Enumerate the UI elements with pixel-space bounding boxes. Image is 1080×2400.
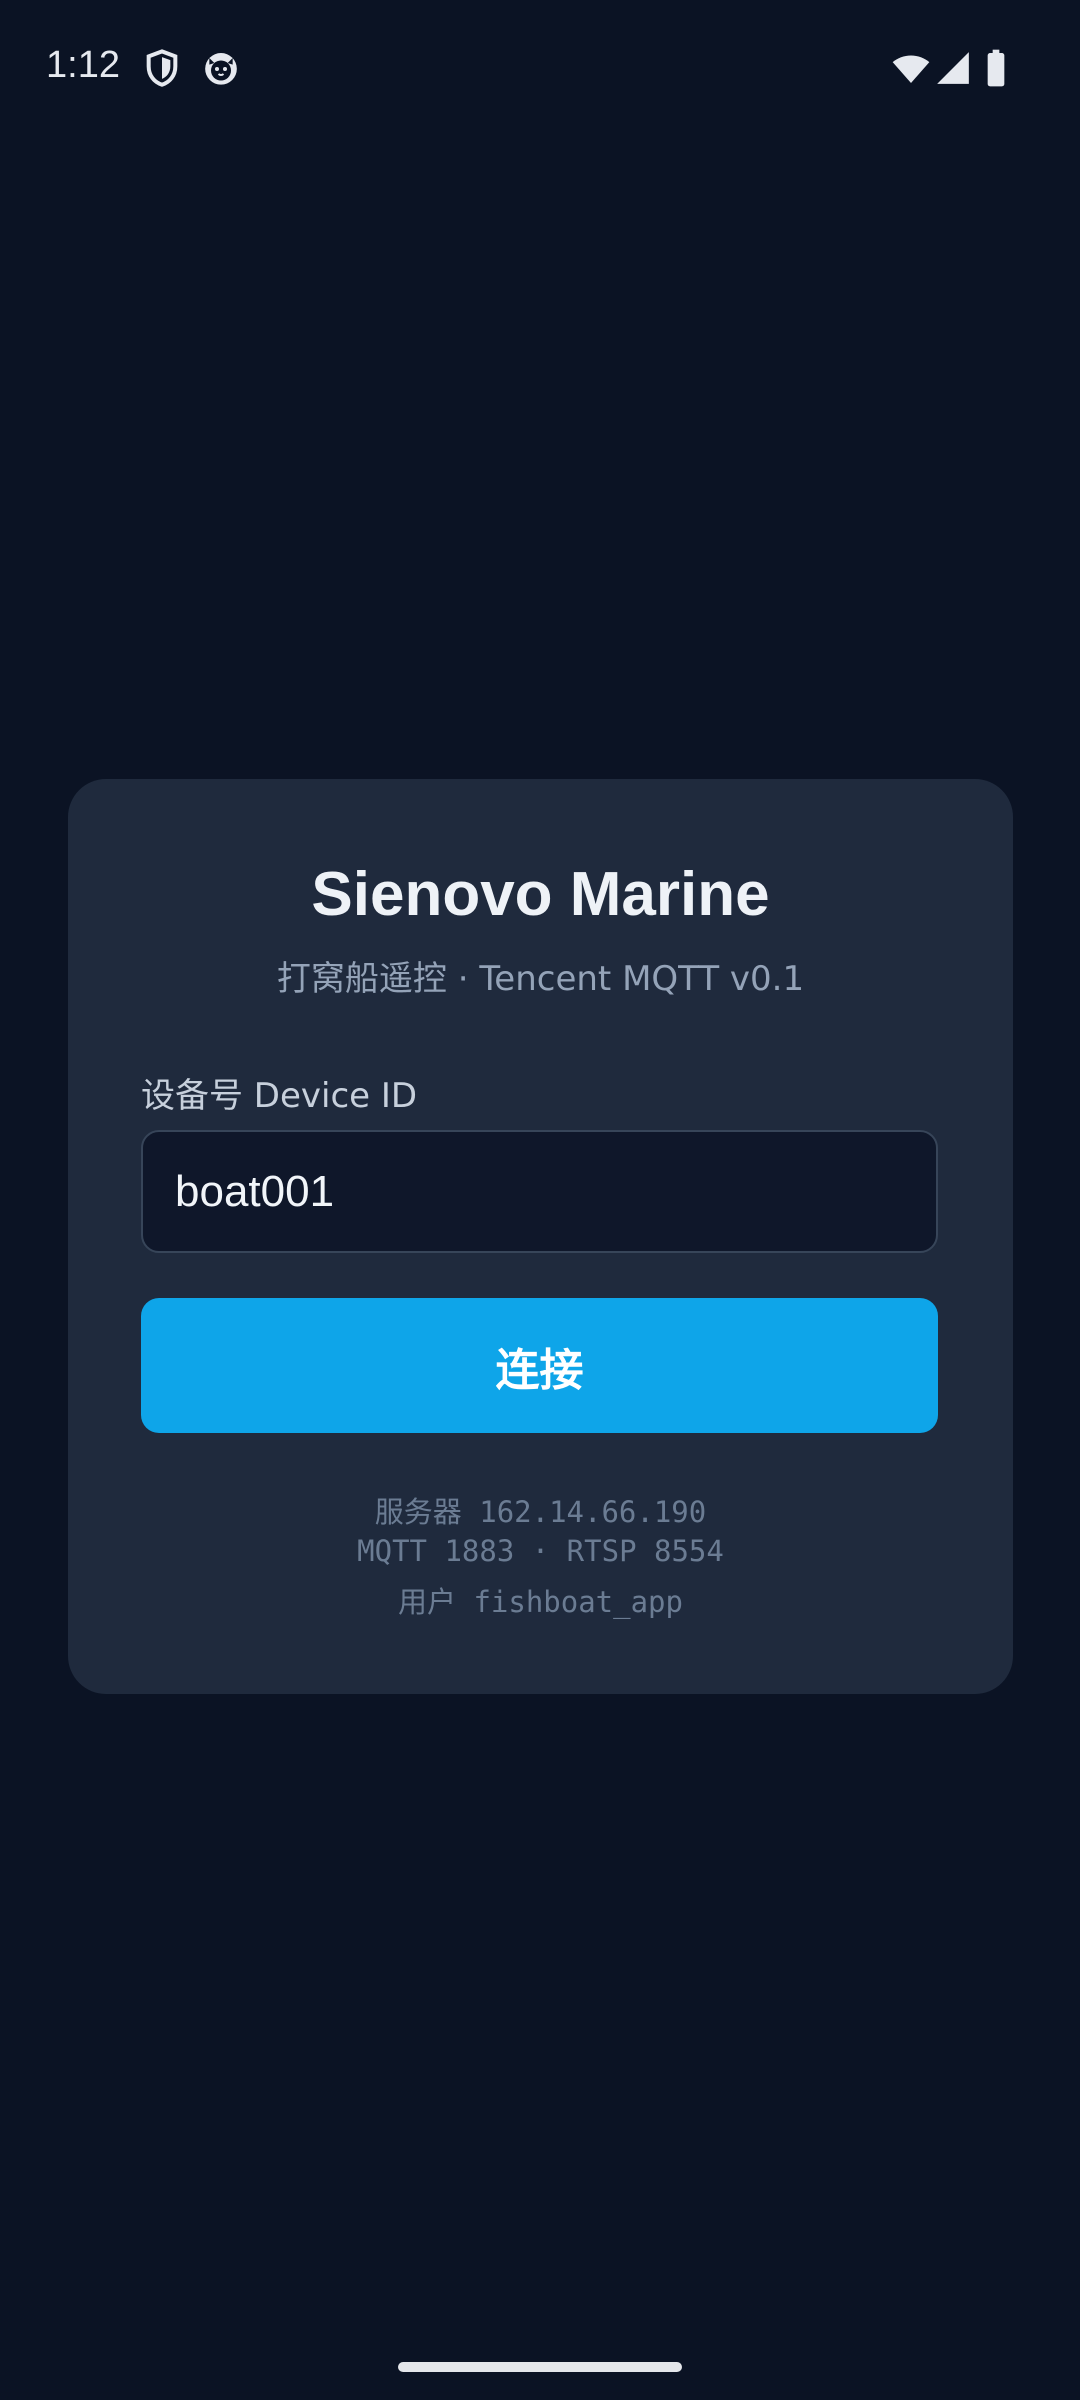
status-time: 1:12 [46, 44, 120, 86]
connect-button[interactable]: 连接 [141, 1298, 938, 1433]
shield-icon [142, 48, 182, 88]
app-screen: 1:12 Sienovo Marine 打窝船遥控 · Tencent MQTT… [0, 0, 1080, 2400]
home-indicator[interactable] [398, 2362, 682, 2372]
app-subtitle: 打窝船遥控 · Tencent MQTT v0.1 [276, 959, 805, 999]
ports-info: MQTT 1883 · RTSP 8554 [357, 1534, 724, 1568]
cat-face-icon [201, 48, 241, 88]
wifi-icon [890, 48, 932, 88]
server-info: 服务器 162.14.66.190 [374, 1495, 707, 1529]
battery-icon [984, 48, 1008, 88]
device-id-label: 设备号 Device ID [141, 1076, 418, 1116]
connect-card: Sienovo Marine 打窝船遥控 · Tencent MQTT v0.1… [68, 779, 1013, 1694]
status-bar: 1:12 [0, 0, 1080, 140]
device-id-input[interactable] [141, 1130, 938, 1253]
app-title: Sienovo Marine [311, 860, 770, 929]
cell-signal-icon [934, 48, 972, 88]
user-info: 用户 fishboat_app [398, 1585, 683, 1619]
